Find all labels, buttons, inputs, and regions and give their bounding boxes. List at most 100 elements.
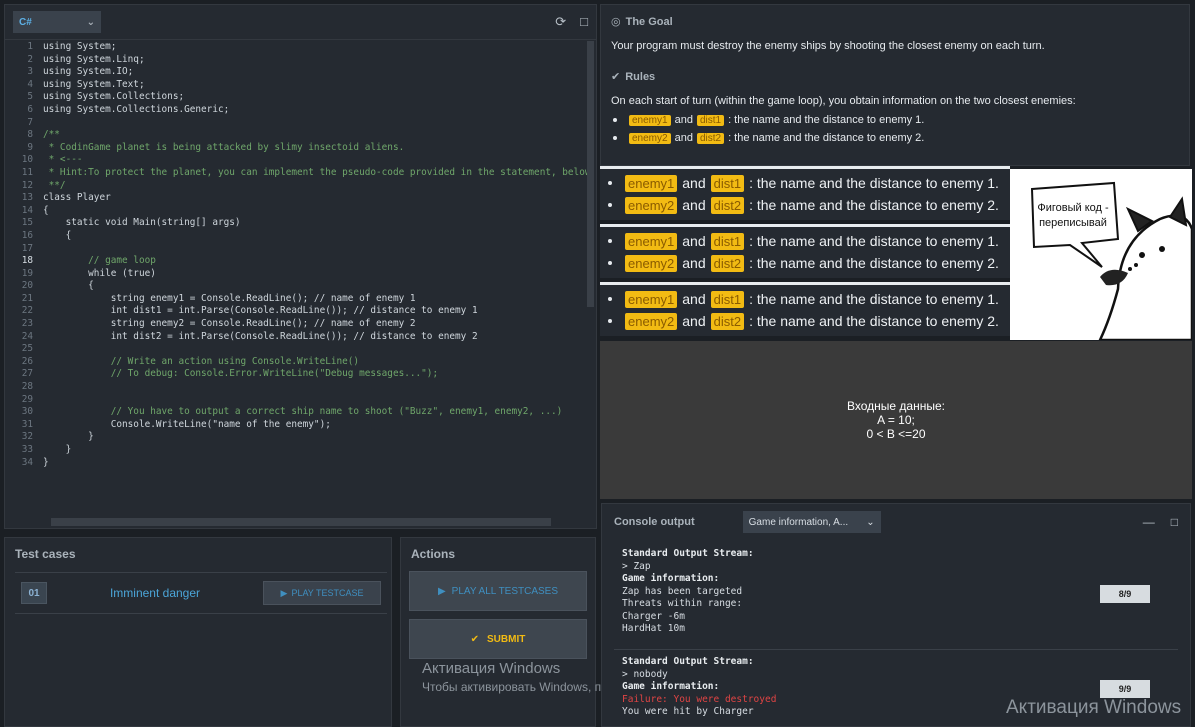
vertical-scrollbar[interactable] [587,41,594,307]
var-dist2: dist2 [710,196,745,214]
code-line[interactable]: 1 using System; [5,41,596,54]
line-number: 23 [21,318,33,330]
code-line[interactable]: 10 * <--- [5,154,596,167]
code-area[interactable]: 1 using System; 2 using System.Linq; 3 using … [5,41,596,512]
line-text: { [43,280,94,292]
target-icon: ◎ [611,16,621,28]
line-number: 1 [27,41,33,52]
play-testcase-label: PLAY TESTCASE [291,588,364,598]
submit-button[interactable]: ✔ SUBMIT [409,619,587,659]
code-line[interactable]: 25 [5,343,596,356]
testcase-name[interactable]: Imminent danger [47,586,263,600]
line-number: 26 [21,355,33,367]
code-line[interactable]: 17 [5,243,596,256]
code-line[interactable]: 19 while (true) [5,268,596,281]
line-number: 3 [27,66,33,78]
maximize-icon[interactable]: □ [1171,515,1178,529]
line-number: 19 [21,267,33,279]
line-number: 12 [21,179,33,191]
line-number: 21 [21,292,33,304]
code-line[interactable]: 23 string enemy2 = Console.ReadLine(); /… [5,318,596,331]
reset-code-icon[interactable]: ⟳ [555,14,566,30]
code-line[interactable]: 6 using System.Collections.Generic; [5,104,596,117]
line-text: string enemy2 = Console.ReadLine(); // n… [43,318,416,330]
code-line[interactable]: 16 { [5,230,596,243]
line-number: 10 [21,154,33,166]
code-line[interactable]: 24 int dist2 = int.Parse(Console.ReadLin… [5,331,596,344]
code-line[interactable]: 12 **/ [5,180,596,193]
line-number: 20 [21,280,33,292]
and-text: and [674,132,693,144]
line-text: } [43,431,94,443]
info-header: Game information: [622,573,720,584]
info-header: Game information: [622,681,720,692]
code-line[interactable]: 11 * Hint:To protect the planet, you can… [5,167,596,180]
console-output-panel: Console output Game information, A... ⌄ … [601,503,1191,727]
code-line[interactable]: 34} [5,457,596,470]
maximize-icon[interactable]: □ [580,14,588,30]
code-line[interactable]: 28 [5,381,596,394]
code-line[interactable]: 4 using System.Text; [5,79,596,92]
minimize-icon[interactable]: — [1143,515,1155,529]
code-line[interactable]: 22 int dist1 = int.Parse(Console.ReadLin… [5,305,596,318]
line-text: // game loop [43,255,156,267]
console-filter-select[interactable]: Game information, A... ⌄ [742,511,881,533]
frame-badge[interactable]: 9/9 [1100,680,1150,698]
language-select[interactable]: C# ⌄ [13,11,101,33]
check-icon: ✔ [611,71,621,83]
code-line[interactable]: 27 // To debug: Console.Error.WriteLine(… [5,368,596,381]
var-dist1: dist1 [710,174,745,192]
info-line: You were hit by Charger [622,706,754,717]
play-all-label: PLAY ALL TESTCASES [451,585,559,597]
code-line[interactable]: 8 /** [5,129,596,142]
line-text: Console.WriteLine("name of the enemy"); [43,418,331,430]
code-line[interactable]: 2 using System.Linq; [5,54,596,67]
line-number: 33 [21,444,33,455]
line-text: } [43,444,72,455]
code-line[interactable]: 20 { [5,280,596,293]
code-line[interactable]: 3 using System.IO; [5,66,596,79]
line-number: 31 [21,418,33,430]
line-text: /** [43,129,60,141]
info-line: HardHat 10m [622,623,685,634]
input-data-box: Входные данные: A = 10; 0 < B <=20 [600,341,1192,499]
play-all-testcases-button[interactable]: ▶ PLAY ALL TESTCASES [409,571,587,611]
editor-toolbar: C# ⌄ ⟳ □ [5,5,596,40]
code-line[interactable]: 21 string enemy1 = Console.ReadLine(); /… [5,293,596,306]
line-text: { [43,204,49,216]
line-number: 5 [27,91,33,103]
code-line[interactable]: 18 // game loop [5,255,596,268]
line-number: 11 [21,166,33,178]
code-line[interactable]: 29 [5,394,596,407]
chevron-down-icon: ⌄ [866,516,875,528]
statement-panel: ◎ The Goal Your program must destroy the… [600,4,1190,166]
code-line[interactable]: 33 } [5,444,596,457]
code-line[interactable]: 7 [5,117,596,130]
play-testcase-button[interactable]: ▶ PLAY TESTCASE [263,581,381,605]
code-line[interactable]: 31 Console.WriteLine("name of the enemy"… [5,419,596,432]
stream-output: > nobody [622,668,668,680]
frame-badge[interactable]: 8/9 [1100,585,1150,603]
actions-panel: Actions ▶ PLAY ALL TESTCASES ✔ SUBMIT [400,537,596,727]
line-text: using System.Linq; [43,53,145,65]
line-text: // Write an action using Console.WriteLi… [43,355,360,367]
chevron-down-icon: ⌄ [86,16,95,28]
code-line[interactable]: 26 // Write an action using Console.Writ… [5,356,596,369]
code-line[interactable]: 5 using System.Collections; [5,91,596,104]
line-text [41,394,43,407]
code-line[interactable]: 13 class Player [5,192,596,205]
code-line[interactable]: 9 * CodinGame planet is being attacked b… [5,142,596,155]
info-line: Charger -6m [622,610,685,622]
code-line[interactable]: 14 { [5,205,596,218]
line-text [41,343,43,356]
console-block: Standard Output Stream: > Zap Game infor… [622,548,754,636]
var-enemy2: enemy2 [625,312,678,330]
code-line[interactable]: 15 static void Main(string[] args) [5,217,596,230]
code-line[interactable]: 32 } [5,431,596,444]
horizontal-scrollbar[interactable] [51,518,551,526]
line-number: 4 [27,78,33,90]
code-line[interactable]: 30 // You have to output a correct ship … [5,406,596,419]
testcase-row[interactable]: 01 Imminent danger ▶ PLAY TESTCASE [15,572,387,614]
line-text [41,243,43,256]
bullet-text: : the name and the distance to enemy 2. [749,255,999,271]
